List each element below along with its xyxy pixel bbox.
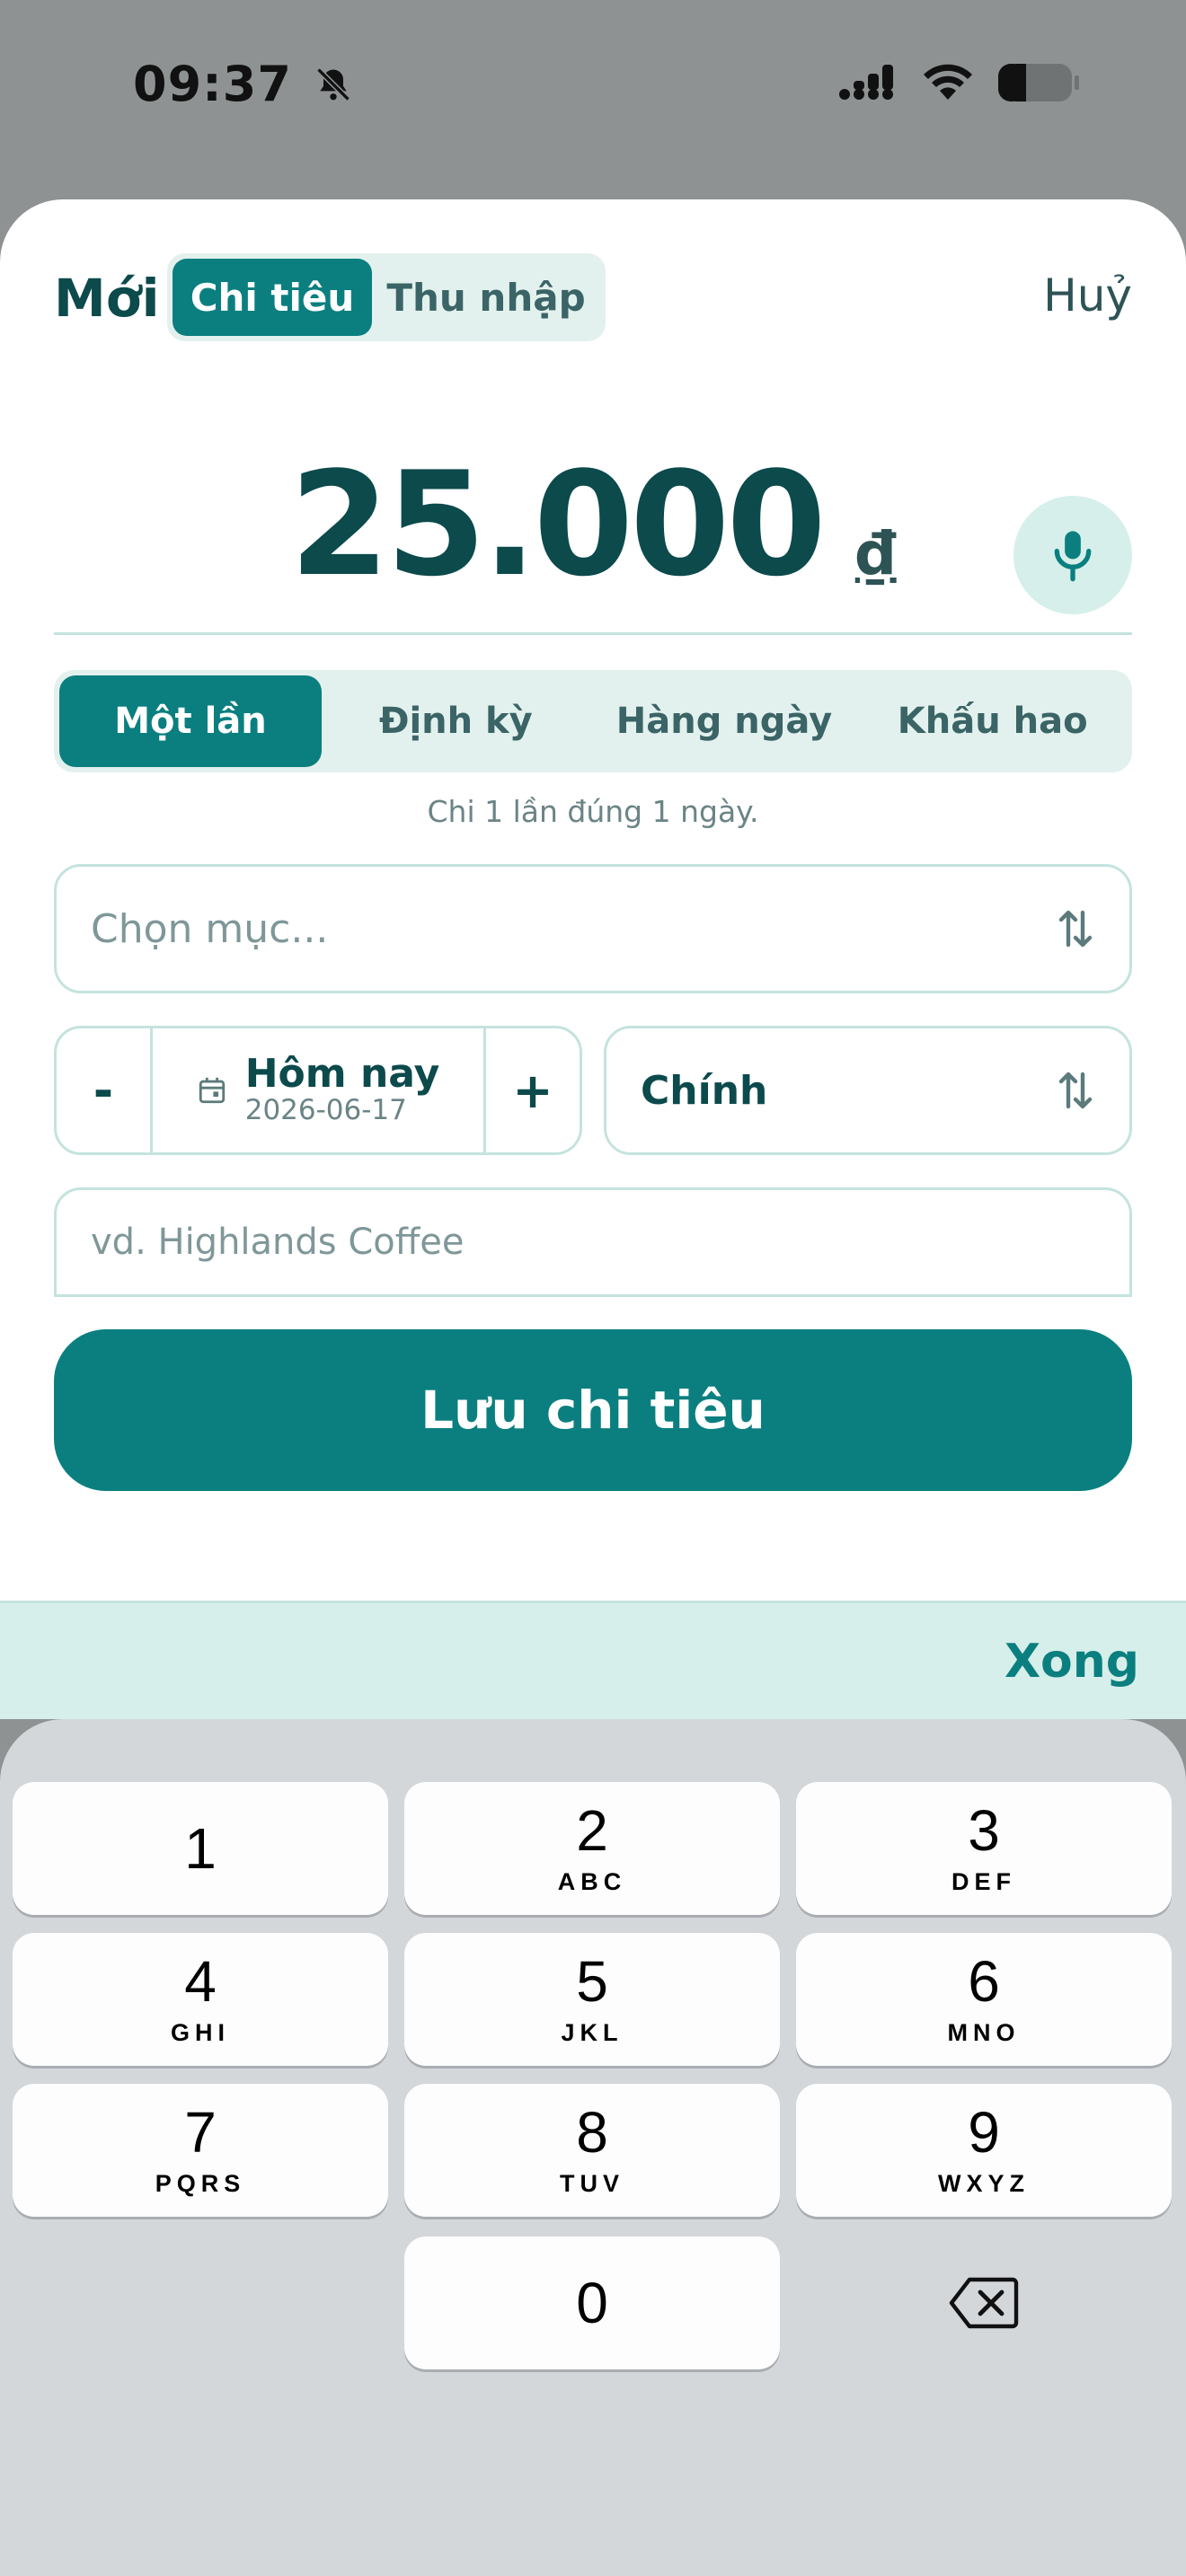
sort-arrows-icon xyxy=(1058,910,1093,948)
key-letters: PQRS xyxy=(155,2169,246,2197)
save-expense-button[interactable]: Lưu chi tiêu xyxy=(54,1329,1132,1491)
status-indicators xyxy=(839,63,1080,102)
key-9[interactable]: 9 WXYZ xyxy=(796,2084,1172,2217)
wifi-icon xyxy=(924,64,972,100)
key-digit: 1 xyxy=(184,1816,217,1881)
key-digit: 6 xyxy=(968,1948,1000,2014)
key-letters: TUV xyxy=(560,2169,624,2197)
key-letters: JKL xyxy=(561,2018,624,2046)
key-3[interactable]: 3 DEF xyxy=(796,1782,1172,1915)
key-letters: MNO xyxy=(947,2018,1021,2046)
account-label: Chính xyxy=(641,1067,768,1114)
tab-one-time[interactable]: Một lần xyxy=(59,675,322,767)
key-digit: 7 xyxy=(184,2099,217,2165)
bell-slash-icon xyxy=(315,67,350,101)
cellular-signal-icon xyxy=(839,65,893,100)
date-stepper: - Hôm nay 2026-06-17 + xyxy=(54,1026,582,1155)
backspace-icon xyxy=(949,2277,1019,2329)
transaction-type-segmented: Chi tiêu Thu nhập xyxy=(167,253,606,341)
key-2[interactable]: 2 ABC xyxy=(404,1782,780,1915)
tab-recurring[interactable]: Định kỳ xyxy=(322,675,590,767)
key-4[interactable]: 4 GHI xyxy=(13,1933,388,2066)
category-placeholder: Chọn mục... xyxy=(91,905,329,952)
currency-symbol: ₫ xyxy=(854,519,897,588)
key-8[interactable]: 8 TUV xyxy=(404,2084,780,2217)
amount-display[interactable]: 25.000 ₫ xyxy=(0,440,1186,608)
frequency-segmented: Một lần Định kỳ Hàng ngày Khấu hao xyxy=(54,670,1132,772)
amount-divider xyxy=(54,632,1132,635)
microphone-icon xyxy=(1054,531,1092,582)
key-digit: 4 xyxy=(184,1948,217,2014)
done-button[interactable]: Xong xyxy=(1005,1635,1139,1689)
status-time: 09:37 xyxy=(133,56,353,112)
key-letters: WXYZ xyxy=(938,2169,1030,2197)
date-value: 2026-06-17 xyxy=(244,1094,407,1127)
account-picker[interactable]: Chính xyxy=(604,1026,1132,1155)
key-digit: 2 xyxy=(576,1797,608,1863)
tab-expense[interactable]: Chi tiêu xyxy=(173,259,372,336)
key-letters: DEF xyxy=(951,1867,1016,1895)
key-digit: 3 xyxy=(968,1797,1000,1863)
amount-value: 25.000 xyxy=(289,440,826,608)
backspace-key[interactable] xyxy=(796,2236,1172,2369)
previous-day-button[interactable]: - xyxy=(57,1028,150,1152)
key-letters: ABC xyxy=(557,1867,627,1895)
date-label: Hôm nay xyxy=(244,1051,440,1098)
status-time-text: 09:37 xyxy=(133,56,292,112)
tab-daily[interactable]: Hàng ngày xyxy=(590,675,859,767)
key-1[interactable]: 1 xyxy=(13,1782,388,1915)
next-day-button[interactable]: + xyxy=(486,1028,580,1152)
key-0[interactable]: 0 xyxy=(404,2236,780,2369)
category-picker[interactable]: Chọn mục... xyxy=(54,864,1132,993)
date-text: Hôm nay 2026-06-17 xyxy=(244,1051,440,1127)
voice-input-button[interactable] xyxy=(1013,496,1132,614)
key-letters: GHI xyxy=(170,2018,230,2046)
frequency-hint: Chi 1 lần đúng 1 ngày. xyxy=(427,794,759,829)
key-digit: 0 xyxy=(576,2271,608,2335)
battery-low-icon xyxy=(998,64,1079,101)
sheet-title: Mới xyxy=(54,268,160,329)
tab-income[interactable]: Thu nhập xyxy=(372,259,600,336)
note-placeholder: vd. Highlands Coffee xyxy=(91,1222,465,1263)
sort-arrows-icon xyxy=(1058,1072,1093,1109)
cancel-button[interactable]: Huỷ xyxy=(1043,269,1132,322)
key-5[interactable]: 5 JKL xyxy=(404,1933,780,2066)
key-digit: 8 xyxy=(576,2099,608,2165)
note-input[interactable]: vd. Highlands Coffee xyxy=(54,1187,1132,1297)
date-picker[interactable]: Hôm nay 2026-06-17 xyxy=(150,1028,486,1152)
tab-depreciation[interactable]: Khấu hao xyxy=(858,675,1127,767)
key-digit: 5 xyxy=(576,1948,608,2014)
calendar-icon xyxy=(199,1077,225,1104)
key-digit: 9 xyxy=(968,2099,1000,2165)
key-7[interactable]: 7 PQRS xyxy=(13,2084,388,2217)
key-6[interactable]: 6 MNO xyxy=(796,1933,1172,2066)
